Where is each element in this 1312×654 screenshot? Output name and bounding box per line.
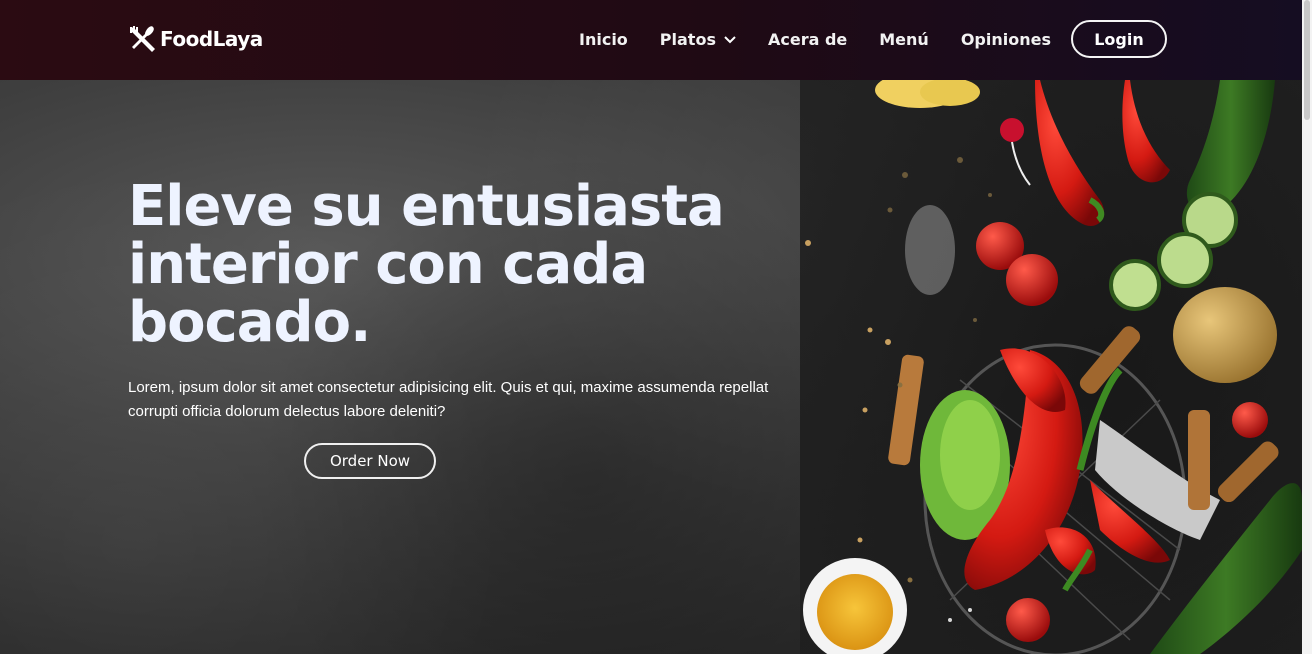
fork-knife-icon <box>130 26 155 52</box>
nav-menu: Inicio Platos Acera de Menú Opiniones <box>579 30 1083 49</box>
scrollbar-thumb[interactable] <box>1304 0 1310 120</box>
nav-item-label: Platos <box>659 30 716 49</box>
vegetables-image <box>800 80 1302 654</box>
nav-item-acera-de[interactable]: Acera de <box>768 30 847 49</box>
navbar: FoodLaya Inicio Platos Acera de Menú Opi… <box>0 0 1302 80</box>
nav-item-label: Inicio <box>579 30 628 49</box>
nav-item-label: Opiniones <box>960 30 1051 49</box>
nav-item-label: Acera de <box>767 30 848 49</box>
nav-item-inicio[interactable]: Inicio <box>579 30 628 49</box>
login-button[interactable]: Login <box>1071 20 1167 58</box>
nav-item-opiniones[interactable]: Opiniones <box>961 30 1051 49</box>
hero-title: Eleve su entusiasta interior con cada bo… <box>128 174 725 355</box>
nav-item-label: Menú <box>879 30 929 49</box>
brand-name: FoodLaya <box>160 27 263 51</box>
nav-item-platos[interactable]: Platos <box>660 30 736 49</box>
brand-logo[interactable]: FoodLaya <box>128 24 263 54</box>
hero-section: Eleve su entusiasta interior con cada bo… <box>0 80 1302 654</box>
chevron-down-icon[interactable] <box>724 35 736 44</box>
nav-item-menu[interactable]: Menú <box>879 30 929 49</box>
vertical-scrollbar[interactable] <box>1302 0 1312 654</box>
order-now-button[interactable]: Order Now <box>304 443 436 479</box>
hero-description: Lorem, ipsum dolor sit amet consectetur … <box>128 379 769 420</box>
